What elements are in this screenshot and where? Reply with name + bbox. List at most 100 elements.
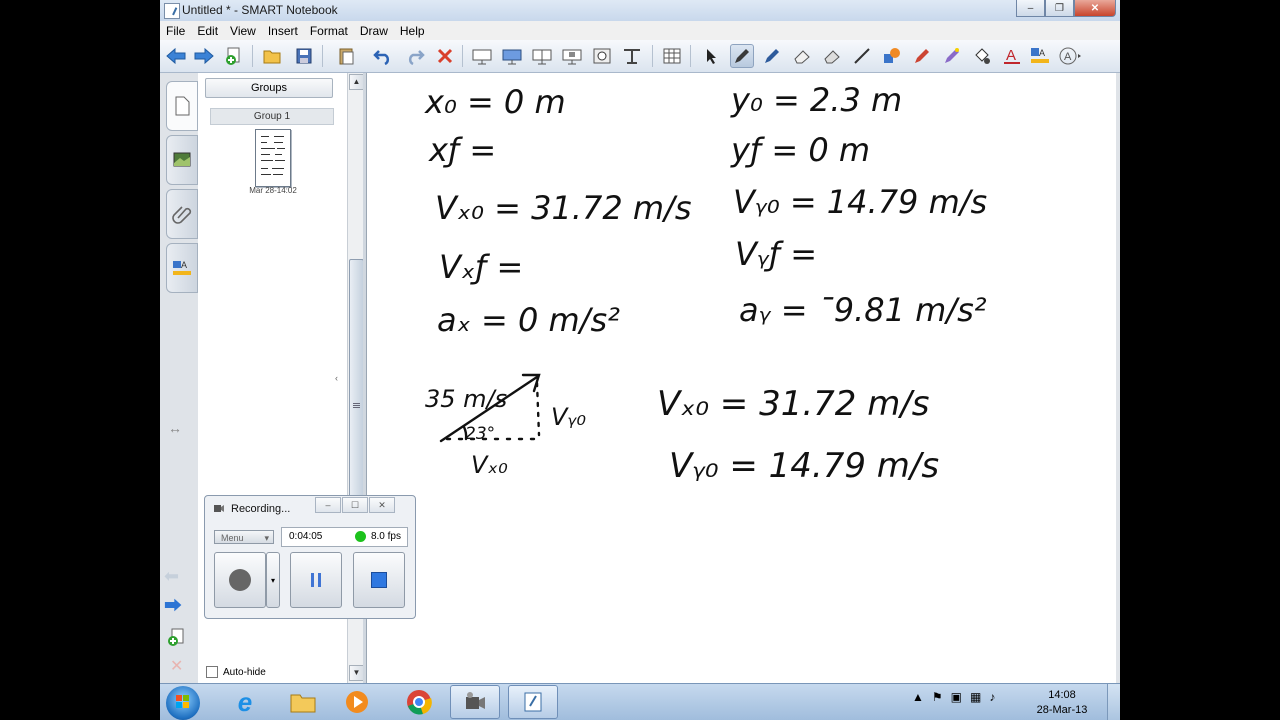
recorder-window-controls: – ☐ ✕ [314, 497, 395, 513]
scroll-thumb[interactable] [349, 259, 364, 511]
text-icon[interactable]: A [1058, 44, 1082, 68]
restore-button[interactable]: ❐ [1045, 0, 1074, 17]
text-color-icon[interactable]: A [1000, 44, 1024, 68]
recorder-close-button[interactable]: ✕ [369, 497, 395, 513]
frame-rate: 8.0 fps [370, 531, 401, 542]
menu-insert[interactable]: Insert [262, 24, 304, 38]
capture-icon[interactable] [560, 44, 584, 68]
full-screen-icon[interactable] [500, 44, 524, 68]
add-page-icon[interactable] [222, 44, 246, 68]
notebook-icon [524, 692, 542, 712]
eraser-icon[interactable] [790, 44, 814, 68]
properties-tab[interactable]: A [166, 243, 198, 293]
save-icon[interactable] [292, 44, 316, 68]
eraser-alt-icon[interactable] [820, 44, 844, 68]
recorder-minimize-button[interactable]: – [315, 497, 341, 513]
close-button[interactable]: ✕ [1074, 0, 1116, 17]
open-folder-icon[interactable] [260, 44, 284, 68]
record-button[interactable] [214, 552, 266, 608]
media-player-taskbar-item[interactable] [332, 685, 382, 719]
menu-draw[interactable]: Draw [354, 24, 394, 38]
handwriting-layer: x₀ = 0 m xƒ = Vₓ₀ = 31.72 m/s Vₓƒ = aₓ =… [424, 81, 987, 486]
previous-page-icon[interactable]: ⬅ [164, 567, 179, 585]
autohide-checkbox[interactable] [206, 666, 218, 678]
groups-button[interactable]: Groups [205, 78, 333, 98]
attachments-tab[interactable] [166, 189, 198, 239]
add-page-side-icon[interactable] [166, 627, 186, 650]
undo-icon[interactable] [371, 44, 395, 68]
fill-icon[interactable] [970, 44, 994, 68]
record-options-button[interactable]: ▾ [266, 552, 280, 608]
menu-format[interactable]: Format [304, 24, 354, 38]
recorder-menu-dropdown[interactable]: Menu ▾ [214, 530, 274, 544]
diagram-vy-label: Vᵧ₀ [551, 403, 586, 431]
stop-button[interactable] [353, 552, 405, 608]
group-label[interactable]: Group 1 [210, 108, 334, 125]
recording-status-dot [355, 531, 366, 542]
result-vx0: Vₓ₀ = 31.72 m/s [657, 384, 930, 424]
explorer-taskbar-item[interactable] [278, 685, 328, 719]
volume-icon[interactable]: ♪ [989, 690, 995, 704]
page-sorter-tab[interactable] [166, 81, 198, 131]
note-yf: yƒ = 0 m [730, 131, 870, 169]
redo-icon[interactable] [403, 44, 427, 68]
document-camera-icon[interactable] [590, 44, 614, 68]
taskbar-clock[interactable]: 14:08 28-Mar-13 [1030, 688, 1094, 718]
start-button[interactable] [166, 686, 200, 720]
line-icon[interactable] [850, 44, 874, 68]
show-desktop-button[interactable] [1107, 684, 1120, 720]
screen-shade-icon[interactable] [470, 44, 494, 68]
table-icon[interactable] [660, 44, 684, 68]
creative-pen-icon[interactable] [760, 44, 784, 68]
media-player-icon [346, 691, 368, 713]
network-icon[interactable]: ▦ [970, 690, 981, 704]
elapsed-time: 0:04:05 [289, 531, 323, 542]
recording-window[interactable]: Recording... – ☐ ✕ Menu ▾ 0:04:05 8.0 fp… [204, 495, 416, 619]
delete-page-icon[interactable]: ✕ [170, 658, 183, 676]
gallery-tab[interactable] [166, 135, 198, 185]
svg-text:A: A [1064, 51, 1072, 63]
note-ax: aₓ = 0 m/s² [437, 301, 620, 339]
show-hidden-icons-icon[interactable]: ▲ [912, 690, 924, 704]
flag-icon[interactable]: ⚑ [932, 690, 943, 704]
dual-page-icon[interactable] [530, 44, 554, 68]
delete-icon[interactable] [433, 44, 457, 68]
internet-explorer-taskbar-item[interactable]: e [220, 685, 270, 719]
svg-text:A: A [1006, 47, 1016, 64]
clock-time: 14:08 [1048, 689, 1076, 701]
highlighter-icon[interactable] [940, 44, 964, 68]
magnifier-icon[interactable] [620, 44, 644, 68]
menu-file[interactable]: File [160, 24, 191, 38]
properties-icon[interactable]: A [1028, 44, 1052, 68]
whiteboard-canvas[interactable]: x₀ = 0 m xƒ = Vₓ₀ = 31.72 m/s Vₓƒ = aₓ =… [366, 73, 1117, 683]
recorder-taskbar-item[interactable] [450, 685, 500, 719]
paste-icon[interactable] [334, 44, 358, 68]
pause-button[interactable] [290, 552, 342, 608]
magic-pen-icon[interactable] [910, 44, 934, 68]
chrome-taskbar-item[interactable] [394, 685, 444, 719]
menu-help[interactable]: Help [394, 24, 431, 38]
recorder-status-display: 0:04:05 8.0 fps [281, 527, 408, 547]
recorder-restore-button[interactable]: ☐ [342, 497, 368, 513]
scroll-up-button[interactable]: ▲ [349, 74, 364, 90]
forward-arrow-icon[interactable] [192, 44, 216, 68]
page-thumbnail[interactable] [255, 129, 291, 187]
svg-text:A: A [181, 260, 187, 270]
shapes-icon[interactable] [880, 44, 904, 68]
menu-edit[interactable]: Edit [191, 24, 224, 38]
display-icon[interactable]: ▣ [951, 690, 962, 704]
record-icon [229, 569, 251, 591]
smart-notebook-taskbar-item[interactable] [508, 685, 558, 719]
back-arrow-icon[interactable] [164, 44, 188, 68]
select-pointer-icon[interactable] [700, 44, 724, 68]
chevron-down-icon: ▾ [264, 533, 269, 543]
scroll-down-button[interactable]: ▼ [349, 665, 364, 681]
collapse-chevron-icon[interactable]: ‹ [335, 373, 338, 383]
menu-view[interactable]: View [224, 24, 262, 38]
resize-arrows-icon[interactable]: ↔ [168, 419, 182, 437]
autohide-toggle[interactable]: Auto-hide [206, 666, 266, 678]
note-vy0: Vᵧ₀ = 14.79 m/s [733, 183, 987, 221]
next-page-icon[interactable]: ⮕ [164, 597, 182, 615]
minimize-button[interactable]: – [1016, 0, 1045, 17]
pen-icon[interactable] [730, 44, 754, 68]
